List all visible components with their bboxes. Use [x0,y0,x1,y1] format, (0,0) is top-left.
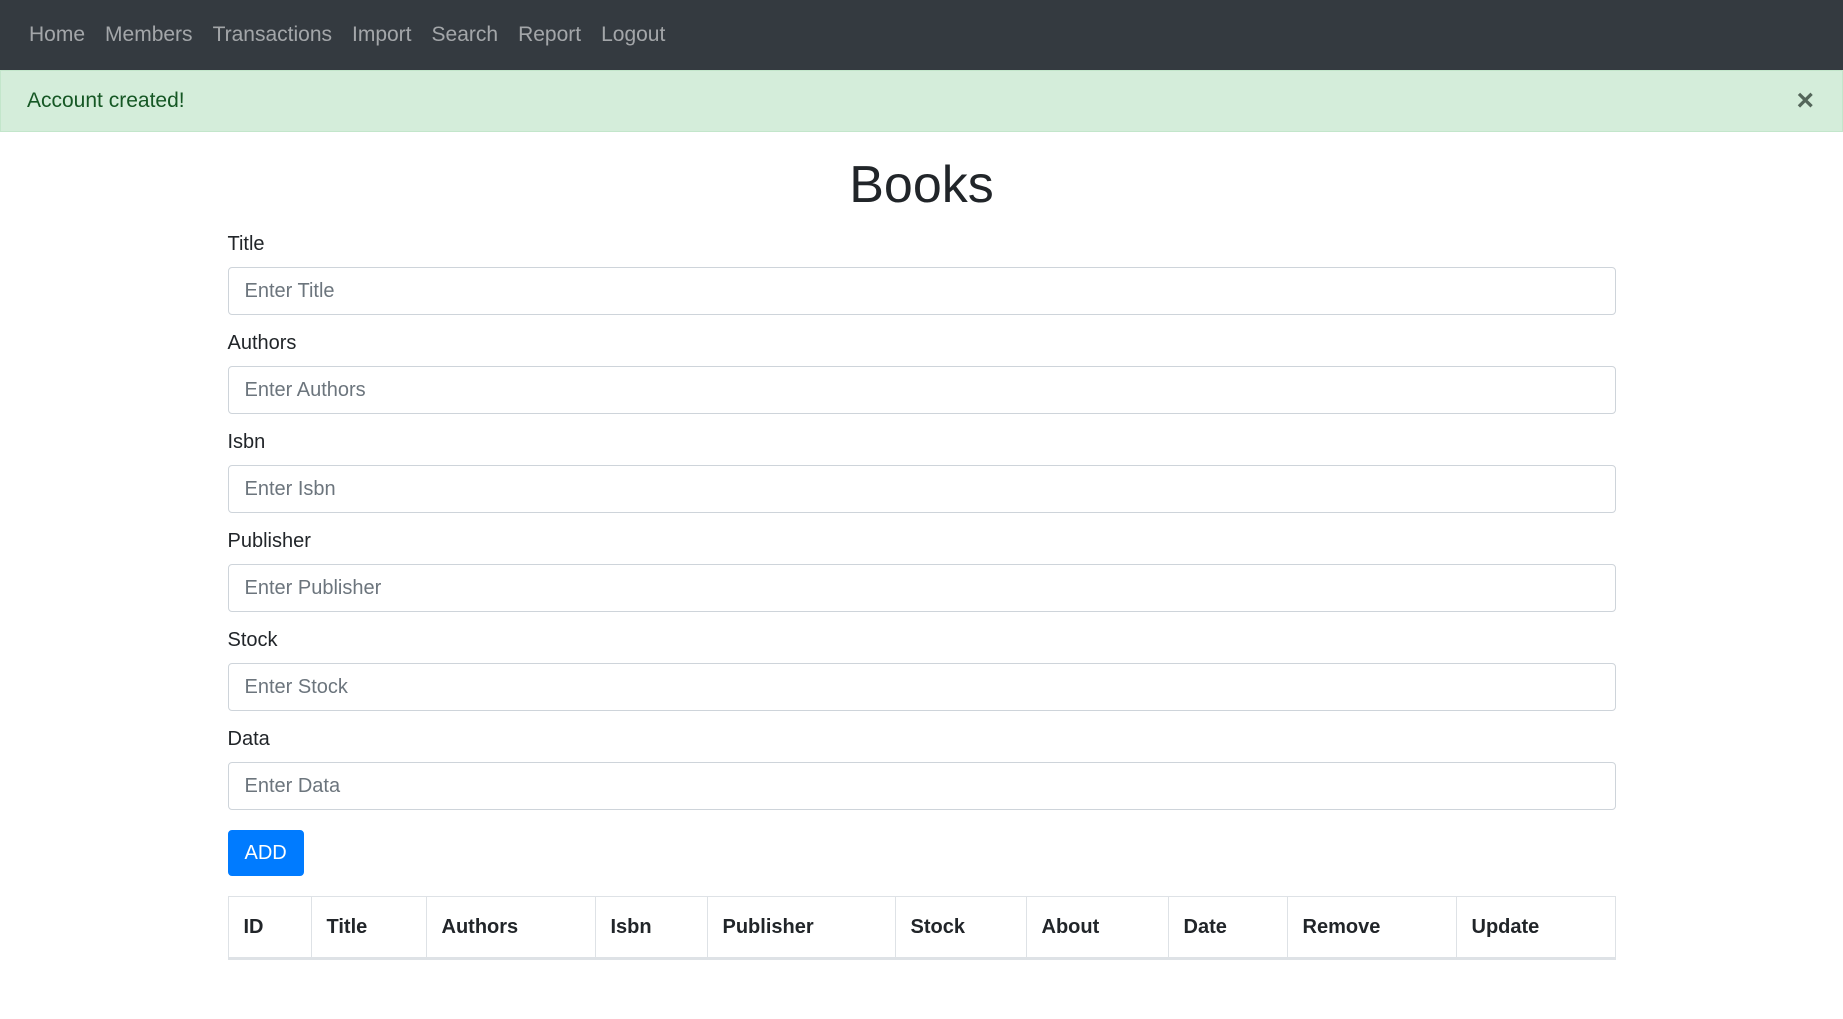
add-book-form: Title Authors Isbn Publisher Stock Data … [227,230,1616,876]
books-table: ID Title Authors Isbn Publisher Stock Ab… [227,896,1616,960]
isbn-label: Isbn [227,431,266,453]
publisher-form-group: Publisher [227,527,1616,612]
data-form-group: Data [227,725,1616,810]
column-header-date: Date [1167,896,1288,960]
publisher-input[interactable] [227,564,1616,612]
column-header-id: ID [227,896,312,960]
close-icon[interactable]: × [1796,86,1814,116]
publisher-label: Publisher [227,530,311,552]
nav-members-link[interactable]: Members [95,23,203,47]
nav-search-link[interactable]: Search [422,23,509,47]
column-header-about: About [1025,896,1169,960]
page-title: Books [849,156,994,214]
column-header-authors: Authors [425,896,596,960]
column-header-title: Title [310,896,427,960]
title-input[interactable] [227,267,1616,315]
stock-input[interactable] [227,663,1616,711]
nav-home-link[interactable]: Home [19,23,95,47]
column-header-stock: Stock [894,896,1027,960]
nav-logout-link[interactable]: Logout [591,23,675,47]
alert-message: Account created! [27,89,185,112]
stock-label: Stock [227,629,278,651]
authors-label: Authors [227,332,297,354]
table-header-row: ID Title Authors Isbn Publisher Stock Ab… [227,896,1616,960]
column-header-isbn: Isbn [594,896,708,960]
nav-report-link[interactable]: Report [508,23,591,47]
column-header-publisher: Publisher [706,896,896,960]
data-input[interactable] [227,762,1616,810]
column-header-update: Update [1455,896,1616,960]
data-label: Data [227,728,270,750]
isbn-input[interactable] [227,465,1616,513]
books-table-header: ID Title Authors Isbn Publisher Stock Ab… [227,896,1616,960]
column-header-remove: Remove [1286,896,1457,960]
stock-form-group: Stock [227,626,1616,711]
isbn-form-group: Isbn [227,428,1616,513]
add-button[interactable]: ADD [227,830,304,876]
title-label: Title [227,233,265,255]
success-alert: Account created! × [0,70,1843,132]
main-container: Books Title Authors Isbn Publisher Stock… [227,154,1616,960]
authors-input[interactable] [227,366,1616,414]
authors-form-group: Authors [227,329,1616,414]
nav-import-link[interactable]: Import [342,23,422,47]
title-form-group: Title [227,230,1616,315]
nav-transactions-link[interactable]: Transactions [203,23,342,47]
top-navbar: Home Members Transactions Import Search … [0,0,1843,70]
